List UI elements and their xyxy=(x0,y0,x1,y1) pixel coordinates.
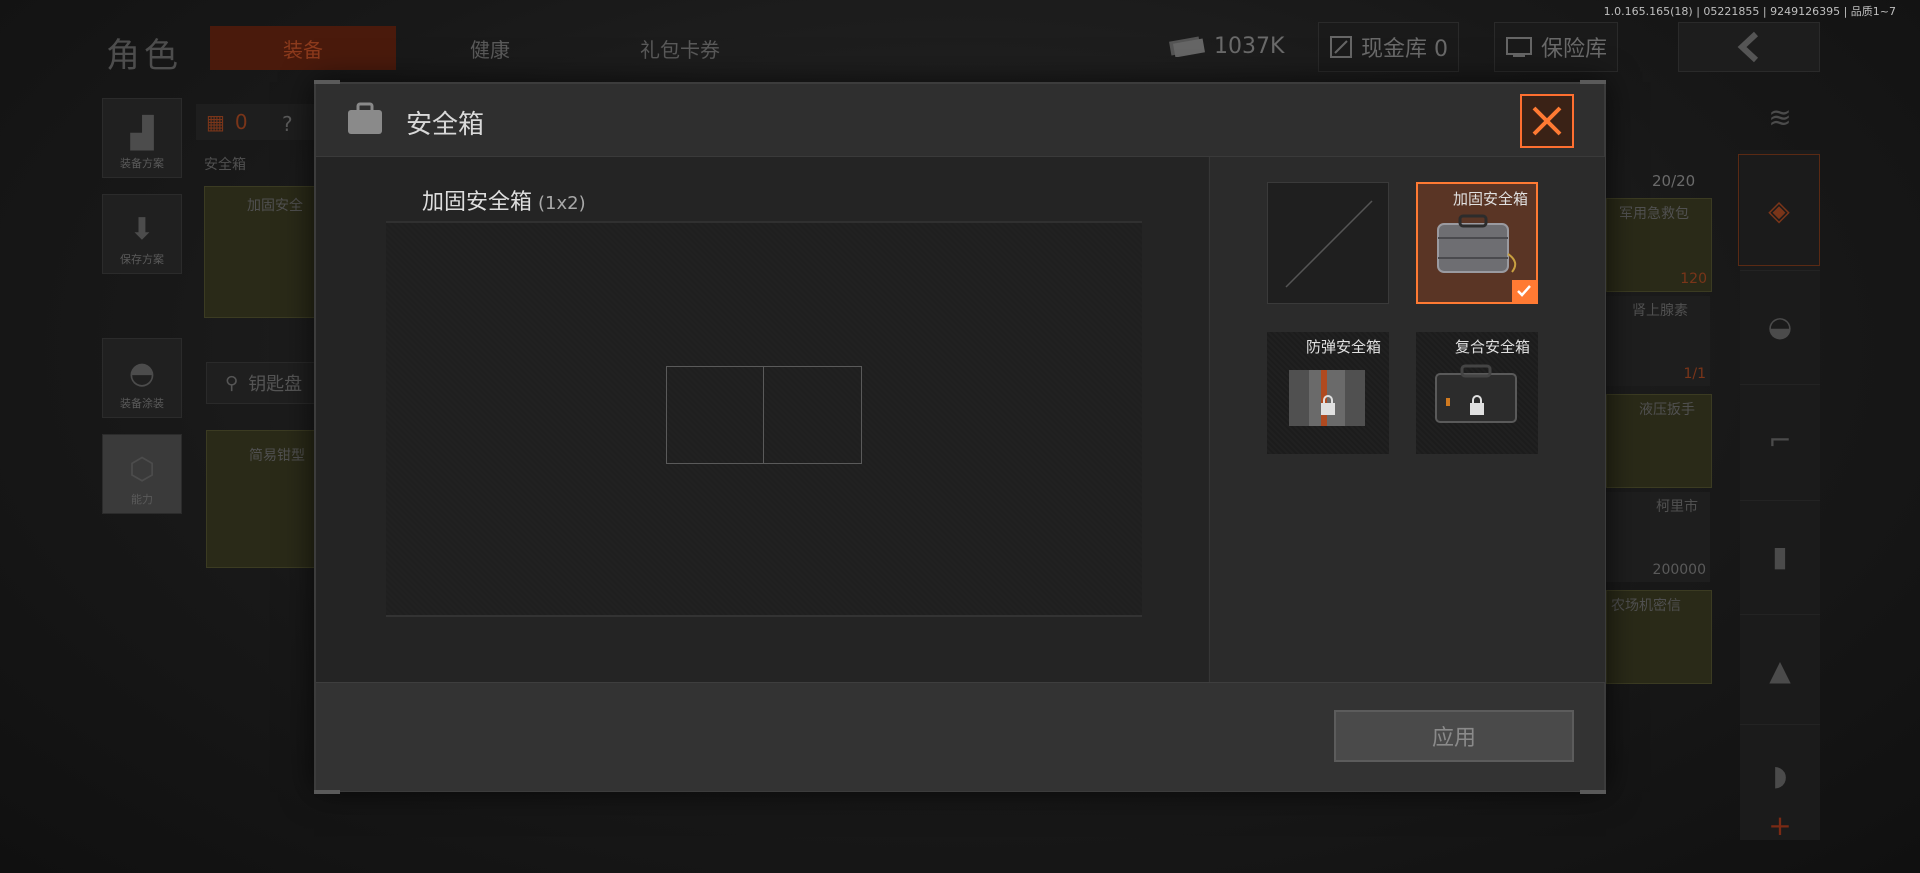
right-item-1-value: 120 xyxy=(1680,271,1707,287)
frame-corner xyxy=(314,80,340,84)
right-item-4-label: 柯里市 xyxy=(1656,499,1698,515)
cash-vault-button[interactable]: 现金库 0 xyxy=(1318,22,1459,72)
save-plan-button[interactable]: ⬇ 保存方案 xyxy=(102,194,182,274)
helmet-icon: ◓ xyxy=(128,356,156,391)
wrench-icon: ⚲ xyxy=(225,372,239,394)
safe-case-slot[interactable]: 加固安全 xyxy=(204,186,316,318)
category-grenade-icon[interactable]: ◒ xyxy=(1740,270,1820,381)
vest-icon: ▟ xyxy=(130,116,154,151)
safe-case-dialog: 安全箱 加固安全箱 (1x2) 加固安全箱 防弹安全箱 复合安全箱 应用 xyxy=(314,80,1606,794)
right-item-4[interactable]: 柯里市 200000 xyxy=(1606,492,1710,582)
help-icon[interactable]: ? xyxy=(282,112,293,136)
right-item-3-label: 液压扳手 xyxy=(1639,402,1695,418)
keys-label: 钥匙盘 xyxy=(248,374,303,395)
case-heading: 加固安全箱 (1x2) xyxy=(422,184,586,216)
right-item-5-label: 农场机密信 xyxy=(1611,598,1681,614)
right-item-2-label: 肾上腺素 xyxy=(1632,303,1688,319)
reinforced-case-image xyxy=(1437,214,1517,273)
back-button[interactable] xyxy=(1678,22,1820,72)
ability-label: 能力 xyxy=(131,493,153,506)
case-option-composite[interactable]: 复合安全箱 xyxy=(1416,332,1538,454)
briefcase-icon xyxy=(348,102,382,134)
case-option-none[interactable] xyxy=(1267,182,1389,304)
insurance-label: 保险库 xyxy=(1541,37,1608,62)
storage-grid xyxy=(666,366,862,464)
case-option-reinforced-label: 加固安全箱 xyxy=(1452,190,1528,208)
tab-gift-vouchers[interactable]: 礼包卡券 xyxy=(600,26,760,70)
dialog-header: 安全箱 xyxy=(316,84,1604,157)
currency-display: 1037K xyxy=(1168,22,1284,70)
close-button[interactable] xyxy=(1520,94,1574,148)
insurance-icon xyxy=(1506,37,1532,57)
apply-button[interactable]: 应用 xyxy=(1334,710,1574,762)
frame-corner xyxy=(314,790,340,794)
right-item-1[interactable]: 军用急救包 120 xyxy=(1606,198,1712,292)
category-layers-icon[interactable]: ◈ xyxy=(1738,154,1820,266)
cash-vault-label: 现金库 0 xyxy=(1361,37,1448,62)
tool-slot-label: 简易钳型 xyxy=(249,448,305,464)
tab-health[interactable]: 健康 xyxy=(420,26,560,70)
save-plan-label: 保存方案 xyxy=(120,253,164,266)
category-rifle-icon[interactable]: ⌐ xyxy=(1740,384,1820,495)
stack-icon[interactable]: ≋ xyxy=(1740,84,1820,150)
backpack-capacity: 20/20 xyxy=(1652,172,1696,190)
dialog-title: 安全箱 xyxy=(406,110,485,140)
empty-slash-icon xyxy=(1285,200,1373,288)
loadout-plan-label: 装备方案 xyxy=(120,157,164,170)
vault-icon xyxy=(1330,36,1352,58)
add-icon[interactable]: + xyxy=(1740,800,1820,850)
lightning-icon: ⬡ xyxy=(128,452,156,487)
storage-slot[interactable] xyxy=(764,367,861,463)
download-icon: ⬇ xyxy=(129,212,155,247)
right-item-1-label: 军用急救包 xyxy=(1619,206,1689,222)
right-item-4-value: 200000 xyxy=(1652,562,1706,578)
case-option-composite-label: 复合安全箱 xyxy=(1454,338,1530,356)
lock-icon xyxy=(1470,395,1484,415)
cash-icon xyxy=(1169,36,1205,57)
category-ammo-icon[interactable]: ▲ xyxy=(1740,614,1820,725)
armor-count: ▦ 0 xyxy=(196,104,316,140)
insurance-button[interactable]: 保险库 xyxy=(1494,22,1619,72)
selected-check-icon xyxy=(1512,280,1536,302)
close-icon xyxy=(1532,106,1562,136)
case-option-reinforced[interactable]: 加固安全箱 xyxy=(1416,182,1538,304)
skin-button[interactable]: ◓ 装备涂装 xyxy=(102,338,182,418)
currency-amount: 1037K xyxy=(1214,33,1285,59)
armor-count-value: 0 xyxy=(234,110,248,134)
right-item-5[interactable]: 农场机密信 xyxy=(1606,590,1712,684)
version-info: 1.0.165.165(18) | 05221855 | 9249126395 … xyxy=(1603,5,1896,18)
armor-icon: ▦ xyxy=(206,110,225,134)
safe-case-slot-label: 加固安全 xyxy=(247,198,303,214)
case-option-bulletproof[interactable]: 防弹安全箱 xyxy=(1267,332,1389,454)
tab-equipment[interactable]: 装备 xyxy=(210,26,396,70)
page-title: 角色 xyxy=(106,36,182,76)
lock-icon xyxy=(1321,395,1335,415)
frame-corner xyxy=(1580,790,1606,794)
keys-tab[interactable]: ⚲ 钥匙盘 xyxy=(206,362,316,404)
right-item-2-value: 1/1 xyxy=(1683,366,1706,382)
safe-case-section-label: 安全箱 xyxy=(204,157,246,173)
case-option-bulletproof-label: 防弹安全箱 xyxy=(1305,338,1381,356)
frame-corner xyxy=(1580,80,1606,84)
storage-slot[interactable] xyxy=(667,367,764,463)
tool-slot[interactable]: 简易钳型 xyxy=(206,430,318,568)
category-magazine-icon[interactable]: ▮ xyxy=(1740,500,1820,611)
ability-button[interactable]: ⬡ 能力 xyxy=(102,434,182,514)
skin-label: 装备涂装 xyxy=(120,397,164,410)
right-item-2[interactable]: 肾上腺素 1/1 xyxy=(1606,296,1710,386)
right-item-3[interactable]: 液压扳手 xyxy=(1606,394,1712,488)
back-arrow-icon xyxy=(1737,31,1759,63)
loadout-plan-button[interactable]: ▟ 装备方案 xyxy=(102,98,182,178)
case-name: 加固安全箱 xyxy=(422,190,533,215)
case-size: (1x2) xyxy=(538,193,586,214)
